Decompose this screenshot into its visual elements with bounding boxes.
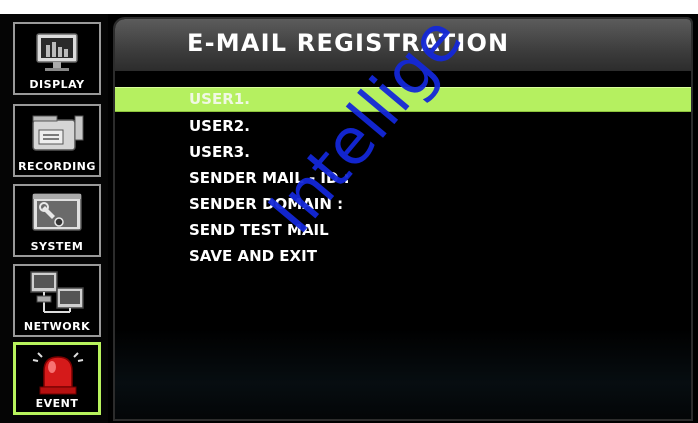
page-title: E-MAIL REGISTRATION — [187, 29, 510, 57]
sidebar-item-system[interactable]: SYSTEM — [13, 184, 101, 257]
sidebar-item-network[interactable]: NETWORK — [13, 264, 101, 337]
title-bar: E-MAIL REGISTRATION — [115, 19, 691, 71]
menu-list: USER1. USER2. USER3. SENDER MAIL - ID : … — [115, 87, 691, 268]
category-sidebar: DISPLAY RECORDING SYSTEM NETWORK EVENT — [0, 14, 108, 423]
sidebar-item-label: SYSTEM — [30, 240, 84, 253]
dvr-menu-frame: DISPLAY RECORDING SYSTEM NETWORK EVENT E… — [0, 14, 698, 423]
sidebar-item-event[interactable]: EVENT — [13, 342, 101, 415]
alarm-siren-icon — [16, 345, 100, 399]
menu-item-sender-mail-id[interactable]: SENDER MAIL - ID : — [115, 167, 691, 190]
display-monitor-icon — [15, 24, 99, 78]
video-camera-icon — [15, 106, 99, 160]
sidebar-item-label: RECORDING — [18, 160, 96, 173]
menu-item-user3[interactable]: USER3. — [115, 141, 691, 164]
menu-item-user1[interactable]: USER1. — [115, 87, 691, 112]
menu-item-user2[interactable]: USER2. — [115, 115, 691, 138]
menu-item-sender-domain[interactable]: SENDER DOMAIN : — [115, 193, 691, 216]
network-computers-icon — [15, 266, 99, 320]
menu-item-send-test-mail[interactable]: SEND TEST MAIL — [115, 219, 691, 242]
email-registration-panel: E-MAIL REGISTRATION USER1. USER2. USER3.… — [113, 17, 693, 421]
sidebar-item-label: EVENT — [35, 397, 79, 410]
menu-item-save-and-exit[interactable]: SAVE AND EXIT — [115, 245, 691, 268]
sidebar-item-display[interactable]: DISPLAY — [13, 22, 101, 95]
sidebar-item-recording[interactable]: RECORDING — [13, 104, 101, 177]
sidebar-item-label: NETWORK — [23, 320, 91, 333]
panel-footer-shading — [115, 329, 691, 419]
sidebar-item-label: DISPLAY — [29, 78, 85, 91]
wrench-system-icon — [15, 186, 99, 240]
